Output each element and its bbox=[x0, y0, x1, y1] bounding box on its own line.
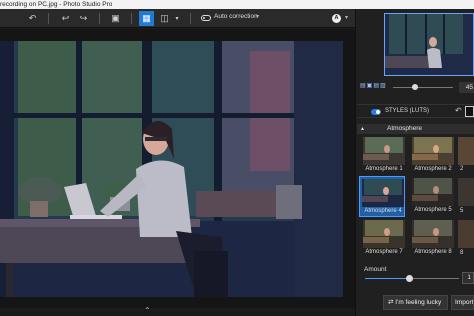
toolbar-divider bbox=[48, 13, 49, 24]
feeling-lucky-button[interactable]: ⇄ I'm feeling lucky bbox=[383, 295, 448, 310]
preset-thumbnail bbox=[363, 137, 405, 165]
auto-correction-label: Auto correction bbox=[214, 13, 258, 20]
preset-atmosphere-9-partial[interactable] bbox=[458, 220, 474, 248]
single-view-button[interactable]: ▦ bbox=[139, 11, 154, 26]
category-name: Atmosphere bbox=[387, 125, 423, 132]
collapse-chevron-icon: ▲ bbox=[360, 126, 365, 132]
preset-atmosphere-5[interactable]: Atmosphere 5 bbox=[410, 176, 456, 217]
user-avatar[interactable]: A bbox=[332, 14, 341, 23]
styles-toggle[interactable] bbox=[371, 109, 381, 115]
toolbar-divider bbox=[99, 13, 100, 24]
amount-slider-fill bbox=[365, 278, 409, 279]
toolbar: ↶ ↩ ↪ ▣ ▦ ◫ ▾ Auto correction ▾ A ▾ bbox=[0, 9, 355, 28]
preset-atmosphere-1[interactable]: Atmosphere 1 bbox=[361, 135, 407, 176]
zoom-slider[interactable] bbox=[393, 87, 453, 88]
undo-all-icon[interactable]: ↶ bbox=[25, 11, 40, 26]
preset-label: Atmosphere 2 bbox=[414, 166, 452, 172]
main-photo bbox=[0, 41, 343, 297]
zoom-slider-handle[interactable] bbox=[412, 84, 418, 90]
preset-label-partial: 8 bbox=[460, 250, 464, 256]
preset-label-partial: 5 bbox=[460, 208, 464, 214]
styles-reset-icon[interactable]: ↶ bbox=[455, 106, 462, 115]
preset-label-partial: 2 bbox=[460, 166, 464, 172]
save-icon[interactable]: ▣ bbox=[108, 11, 123, 26]
shuffle-icon: ⇄ bbox=[388, 299, 394, 306]
preset-atmosphere-8[interactable]: Atmosphere 8 bbox=[410, 218, 456, 259]
redo-icon[interactable]: ↪ bbox=[76, 11, 91, 26]
styles-compare-icon[interactable] bbox=[465, 106, 474, 117]
view-chevron-down-icon[interactable]: ▾ bbox=[172, 11, 182, 26]
preset-atmosphere-3-partial[interactable] bbox=[458, 137, 474, 165]
preset-label: Atmosphere 7 bbox=[365, 249, 403, 255]
preset-thumbnail bbox=[412, 220, 454, 248]
toolbar-divider bbox=[190, 13, 191, 24]
amount-label: Amount bbox=[364, 266, 387, 273]
user-chevron-down-icon[interactable]: ▾ bbox=[345, 14, 348, 21]
amount-value-input[interactable]: 1 bbox=[462, 272, 474, 284]
navigator-thumbnail[interactable] bbox=[384, 13, 474, 76]
toolbar-divider bbox=[131, 13, 132, 24]
auto-correction-chevron-down-icon[interactable]: ▾ bbox=[256, 13, 259, 20]
preset-label: Atmosphere 5 bbox=[414, 207, 452, 213]
auto-correction-toggle[interactable] bbox=[201, 15, 211, 21]
amount-slider-handle[interactable] bbox=[406, 275, 413, 282]
preset-thumbnail bbox=[362, 179, 404, 207]
preset-thumbnail bbox=[412, 178, 454, 206]
image-canvas[interactable] bbox=[0, 29, 355, 308]
zoom-fit-icon[interactable]: ▤▣▤▥ bbox=[360, 82, 387, 89]
category-header[interactable]: ▲ Atmosphere bbox=[357, 124, 474, 134]
preset-atmosphere-7[interactable]: Atmosphere 7 bbox=[361, 218, 407, 259]
window-title: recording on PC.jpg - Photo Studio Pro bbox=[0, 0, 474, 9]
preset-label: Atmosphere 4 bbox=[364, 208, 402, 214]
preset-thumbnail bbox=[412, 137, 454, 165]
preset-label: Atmosphere 1 bbox=[365, 166, 403, 172]
filmstrip-expand-icon[interactable]: ⌃ bbox=[144, 306, 151, 315]
styles-section-header: STYLES (LUTS) ↶ bbox=[357, 104, 474, 118]
feeling-lucky-label: I'm feeling lucky bbox=[395, 299, 442, 306]
preset-label: Atmosphere 8 bbox=[414, 249, 452, 255]
preset-atmosphere-2[interactable]: Atmosphere 2 bbox=[410, 135, 456, 176]
zoom-controls: ▤▣▤▥ 45 bbox=[357, 82, 474, 94]
compare-view-button[interactable]: ◫ bbox=[157, 11, 172, 26]
zoom-value[interactable]: 45 bbox=[459, 82, 474, 93]
preset-atmosphere-6-partial[interactable] bbox=[458, 178, 474, 206]
undo-icon[interactable]: ↩ bbox=[58, 11, 73, 26]
styles-label: STYLES (LUTS) bbox=[385, 108, 430, 114]
import-button[interactable]: Import bbox=[451, 295, 474, 310]
preset-atmosphere-4[interactable]: Atmosphere 4 bbox=[359, 176, 405, 217]
preset-thumbnail bbox=[363, 220, 405, 248]
